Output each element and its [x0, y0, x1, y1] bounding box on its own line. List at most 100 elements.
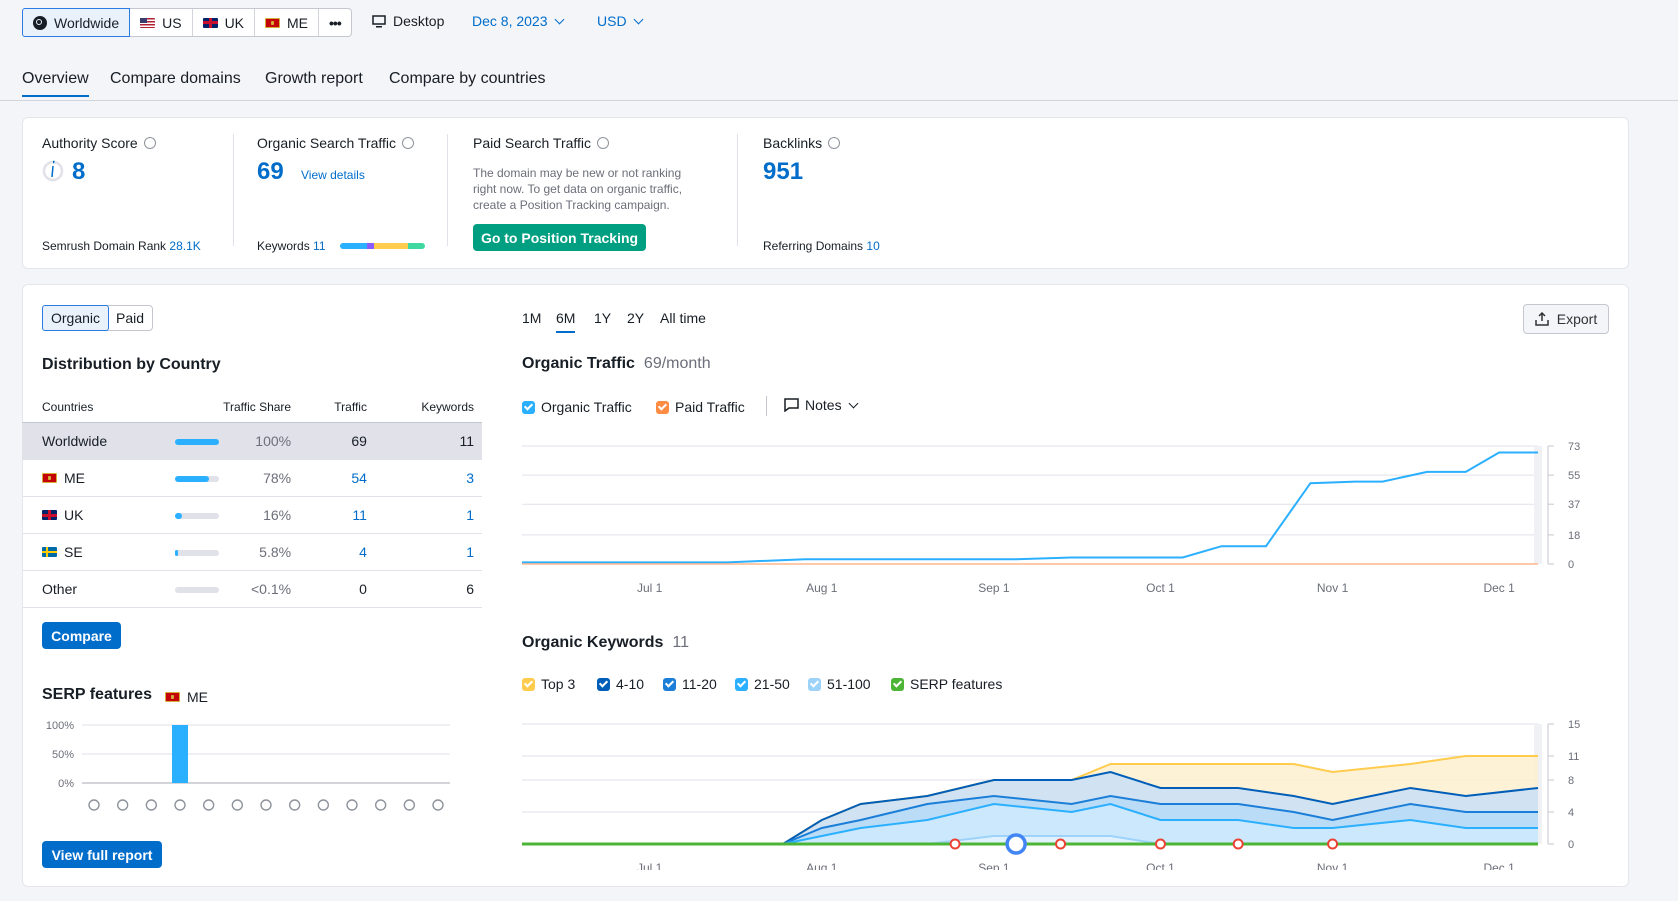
map-pin-icon[interactable] — [317, 799, 330, 811]
authority-score-value[interactable]: 8 — [72, 158, 85, 186]
x-tick-label: Aug 1 — [806, 581, 838, 595]
range-tab-all-time[interactable]: All time — [660, 310, 706, 326]
range-tab-1m[interactable]: 1M — [522, 310, 541, 326]
traffic-cell[interactable]: 11 — [299, 496, 375, 534]
crown-icon[interactable] — [88, 799, 100, 811]
table-row[interactable]: SE 5.8% 4 1 — [22, 533, 482, 571]
x-tick-label: Jul 1 — [637, 861, 663, 870]
se-flag-icon — [42, 547, 57, 557]
traffic-share-cell: <0.1% — [223, 570, 300, 608]
database-selector: Worldwide US UK ME ••• — [22, 8, 352, 37]
video-carousel-icon[interactable] — [260, 799, 272, 811]
tab-compare-domains[interactable]: Compare domains — [110, 70, 241, 96]
star-icon[interactable] — [145, 799, 158, 811]
google-update-icon[interactable] — [1154, 838, 1166, 850]
legend-51-100[interactable]: 51-100 — [808, 676, 871, 692]
tab-overview[interactable]: Overview — [22, 70, 89, 97]
traffic-cell: 69 — [299, 422, 375, 460]
info-icon[interactable] — [402, 137, 415, 149]
y-tick-label: 100% — [46, 720, 74, 732]
x-icon[interactable] — [432, 799, 444, 811]
backlinks-value[interactable]: 951 — [763, 158, 803, 186]
range-tab-1y[interactable]: 1Y — [594, 310, 611, 326]
database-worldwide-button[interactable]: Worldwide — [22, 8, 131, 37]
legend-organic-traffic[interactable]: Organic Traffic — [522, 399, 632, 415]
share-bar-cell — [167, 533, 224, 571]
google-update-icon[interactable] — [949, 838, 961, 850]
legend-11-20[interactable]: 11-20 — [663, 676, 717, 692]
organic-traffic-value[interactable]: 69 — [257, 158, 284, 186]
domain-rank: Semrush Domain Rank 28.1K — [42, 239, 201, 253]
distribution-title: Distribution by Country — [42, 356, 221, 373]
x-tick-label: Dec 1 — [1483, 861, 1515, 870]
summary-card: Authority Score 8 Semrush Domain Rank 28… — [22, 117, 1629, 269]
briefcase-icon[interactable] — [403, 799, 416, 811]
news-icon[interactable] — [374, 799, 387, 811]
keywords-cell[interactable]: 1 — [374, 533, 482, 571]
google-update-icon[interactable] — [1005, 833, 1027, 855]
desktop-icon — [372, 14, 386, 27]
video-icon[interactable] — [231, 799, 244, 811]
serp-features-title: SERP features — [42, 686, 152, 703]
uk-flag-icon — [202, 17, 218, 28]
legend-21-50[interactable]: 21-50 — [735, 676, 790, 692]
info-icon[interactable] — [143, 137, 156, 149]
notes-dropdown[interactable]: Notes — [784, 397, 859, 413]
view-full-report-button[interactable]: View full report — [42, 841, 162, 868]
table-row[interactable]: Worldwide 100% 69 11 — [22, 422, 482, 460]
more-databases-button[interactable]: ••• — [319, 9, 351, 36]
organic-traffic-subtitle: 69/month — [643, 355, 711, 372]
legend-serp-features[interactable]: SERP features — [891, 676, 1002, 692]
info-icon[interactable] — [597, 137, 610, 149]
x-tick-label: Aug 1 — [806, 861, 838, 870]
y-tick-label: 15 — [1568, 719, 1580, 731]
date-selector[interactable]: Dec 8, 2023 — [472, 13, 564, 29]
legend-top-3[interactable]: Top 3 — [522, 676, 575, 692]
table-row[interactable]: Other <0.1% 0 6 — [22, 570, 482, 608]
database-me-button[interactable]: ME — [255, 9, 320, 36]
paid-toggle[interactable]: Paid — [108, 306, 152, 330]
paid-traffic-title: Paid Search Traffic — [473, 135, 610, 151]
traffic-share-cell: 5.8% — [223, 533, 300, 571]
table-row[interactable]: ME 78% 54 3 — [22, 459, 482, 497]
range-tab-2y[interactable]: 2Y — [627, 310, 644, 326]
organic-toggle[interactable]: Organic — [42, 305, 110, 331]
tab-compare-by-countries[interactable]: Compare by countries — [389, 70, 546, 96]
x-tick-label: Sep 1 — [978, 861, 1010, 870]
device-selector[interactable]: Desktop — [372, 13, 444, 29]
range-tab-6m[interactable]: 6M — [556, 310, 576, 333]
graduation-cap-icon[interactable] — [346, 799, 358, 811]
link-icon[interactable] — [116, 799, 129, 811]
share-bar — [175, 476, 220, 483]
checkbox-icon — [522, 677, 535, 691]
checkbox-icon — [663, 677, 676, 691]
keywords-cell[interactable]: 3 — [374, 459, 482, 497]
image-icon[interactable] — [174, 799, 186, 811]
view-details-link[interactable]: View details — [301, 168, 365, 182]
keywords-cell: 6 — [374, 570, 482, 608]
traffic-cell[interactable]: 4 — [299, 533, 375, 571]
google-update-icon[interactable] — [1055, 838, 1067, 850]
keywords-cell[interactable]: 1 — [374, 496, 482, 534]
backlinks-title: Backlinks — [763, 135, 841, 151]
series-line-organic-traffic[interactable] — [522, 451, 1538, 564]
database-us-button[interactable]: US — [130, 9, 193, 36]
traffic-cell[interactable]: 54 — [299, 459, 375, 497]
image-pack-icon[interactable] — [202, 799, 215, 811]
y-tick-label: 55 — [1568, 470, 1580, 482]
google-update-icon[interactable] — [1327, 838, 1339, 850]
export-button[interactable]: Export — [1523, 304, 1609, 334]
legend-4-10[interactable]: 4-10 — [597, 676, 644, 692]
compare-button[interactable]: Compare — [42, 622, 121, 649]
table-row[interactable]: UK 16% 11 1 — [22, 496, 482, 534]
tab-growth-report[interactable]: Growth report — [265, 70, 363, 96]
info-icon[interactable] — [828, 137, 841, 149]
go-to-position-tracking-button[interactable]: Go to Position Tracking — [473, 224, 646, 251]
legend-paid-traffic[interactable]: Paid Traffic — [656, 399, 745, 415]
google-update-icon[interactable] — [1232, 838, 1244, 850]
serp-bar[interactable] — [172, 725, 188, 783]
currency-selector[interactable]: USD — [597, 13, 644, 29]
play-icon[interactable] — [288, 799, 301, 811]
database-uk-button[interactable]: UK — [193, 9, 256, 36]
y-tick-label: 0 — [1568, 559, 1574, 571]
